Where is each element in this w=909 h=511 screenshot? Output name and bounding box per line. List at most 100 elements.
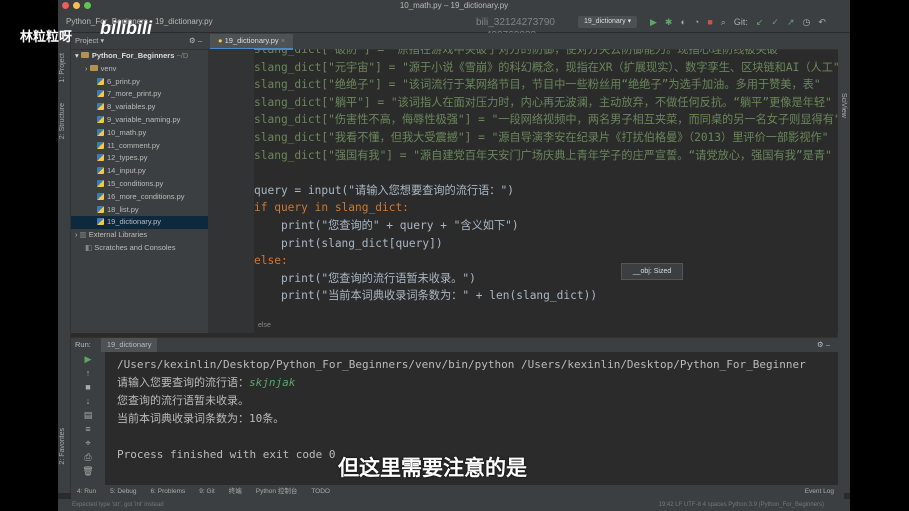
history-icon[interactable]: ◷ bbox=[802, 12, 810, 32]
bottom-tool-tab[interactable]: 4: Run bbox=[77, 485, 96, 499]
profile-icon[interactable]: ◔ bbox=[694, 12, 699, 32]
code-line[interactable]: 19💡 print("当前本词典收录词条数为：" + len(slang_dic… bbox=[254, 287, 597, 305]
scope-breadcrumb[interactable]: else bbox=[258, 322, 271, 329]
layout-icon[interactable]: ▤ bbox=[71, 408, 105, 422]
bottom-tool-bar: 4: Run 5: Debug 6: Problems 9: Git 终端 Python … bbox=[71, 485, 844, 499]
tree-file-item[interactable]: 9_variable_naming.py bbox=[71, 114, 208, 127]
code-text: else: bbox=[254, 254, 288, 268]
down-arrow-icon[interactable]: ↓ bbox=[71, 394, 105, 408]
tree-file-label: 18_list.py bbox=[107, 204, 139, 214]
tree-file-item[interactable]: 14_input.py bbox=[71, 165, 208, 178]
tab-close-icon[interactable]: × bbox=[281, 36, 285, 45]
code-line[interactable]: 10slang_dict["伤害性不高，侮辱性极强"] = "一段网络视频中，两… bbox=[254, 111, 838, 129]
python-file-icon bbox=[97, 115, 104, 123]
code-line[interactable]: slang_dict["破防"] = "原指在游戏中突破了对方的防御，使对方失去… bbox=[254, 49, 785, 59]
print-icon[interactable]: ⎙ bbox=[71, 450, 105, 464]
code-line[interactable]: 14if query in slang_dict: bbox=[254, 199, 409, 217]
code-line[interactable]: 18 print("您查询的流行语暂未收录。") bbox=[254, 270, 476, 288]
editor-tab-bar: ● 19_dictionary.py × bbox=[208, 33, 838, 50]
run-settings-gear-icon[interactable]: ⚙ – bbox=[817, 338, 830, 352]
tree-file-label: 15_conditions.py bbox=[107, 178, 164, 188]
code-text: slang_dict["躺平"] = "该词指人在面对压力时，内心再无波澜，主动… bbox=[254, 95, 832, 109]
search-icon[interactable]: ⌕ bbox=[721, 12, 726, 32]
bottom-tool-tab[interactable]: 终端 bbox=[229, 485, 242, 499]
project-tool-tab[interactable]: 1: Project bbox=[59, 53, 66, 83]
type-hint-tooltip: __obj: Sized bbox=[621, 263, 683, 280]
code-line[interactable]: 16 print(slang_dict[query]) bbox=[254, 235, 443, 253]
rerun-icon[interactable]: ▶ bbox=[71, 352, 105, 366]
git-update-icon[interactable]: ↙ bbox=[756, 12, 764, 32]
soft-wrap-icon[interactable]: ≡ bbox=[71, 422, 105, 436]
up-arrow-icon[interactable]: ↑ bbox=[71, 366, 105, 380]
tree-file-label: 9_variable_naming.py bbox=[107, 114, 181, 124]
scratches-consoles[interactable]: ◧ Scratches and Consoles bbox=[71, 242, 208, 255]
run-label: Run: bbox=[75, 340, 91, 349]
tree-file-item[interactable]: 8_variables.py bbox=[71, 101, 208, 114]
project-root[interactable]: ▾ Python_For_Beginners ~/D bbox=[71, 50, 208, 63]
code-editor[interactable]: slang_dict["破防"] = "原指在游戏中突破了对方的防御，使对方失去… bbox=[254, 49, 838, 333]
library-icon: ▥ bbox=[79, 230, 87, 240]
code-line[interactable]: 14query = input("请输入您想要查询的流行语：") bbox=[254, 182, 514, 200]
bottom-tool-tab[interactable]: 5: Debug bbox=[110, 485, 136, 499]
bottom-tool-tab[interactable]: 6: Problems bbox=[151, 485, 186, 499]
gear-icon[interactable]: ⚙ – bbox=[189, 33, 202, 49]
code-line[interactable]: 12slang_dict["强国有我"] = "源自建党百年天安门广场庆典上青年… bbox=[254, 147, 832, 165]
tree-file-item[interactable]: 10_math.py bbox=[71, 127, 208, 140]
debug-icon[interactable]: ✱ bbox=[665, 12, 673, 32]
minimize-window-button[interactable] bbox=[73, 2, 80, 9]
tree-file-label: 11_comment.py bbox=[107, 140, 160, 150]
pin-icon[interactable]: ⌖ bbox=[71, 436, 105, 450]
code-line[interactable]: 7slang_dict["元宇宙"] = "源于小说《雪崩》的科幻概念，现指在X… bbox=[254, 59, 838, 77]
close-window-button[interactable] bbox=[62, 2, 69, 9]
tree-file-item[interactable]: 6_print.py bbox=[71, 76, 208, 89]
tree-file-item[interactable]: 19_dictionary.py bbox=[71, 216, 208, 230]
code-text: slang_dict["我看不懂，但我大受震撼"] = "源自导演李安在纪录片《… bbox=[254, 131, 829, 144]
code-line[interactable]: 15 print("您查询的" + query + "含义如下") bbox=[254, 217, 519, 235]
sciview-tool-tab[interactable]: SciView bbox=[840, 93, 847, 118]
code-text: print("您查询的流行语暂未收录。") bbox=[254, 271, 476, 285]
tree-file-item[interactable]: 12_types.py bbox=[71, 152, 208, 165]
code-line[interactable]: 9slang_dict["躺平"] = "该词指人在面对压力时，内心再无波澜，主… bbox=[254, 94, 832, 112]
code-line[interactable]: 8slang_dict["绝绝子"] = "该词流行于某网络节目，节目中一些粉丝… bbox=[254, 76, 821, 94]
code-text: query = input("请输入您想要查询的流行语：") bbox=[254, 183, 514, 197]
favorites-tool-tab[interactable]: 2: Favorites bbox=[59, 428, 66, 465]
run-icon[interactable]: ▶ bbox=[650, 12, 657, 32]
code-line[interactable]: 17else: bbox=[254, 252, 288, 270]
left-tool-strip: 1: Project 2: Structure 2: Favorites bbox=[58, 33, 71, 493]
structure-tool-tab[interactable]: 2: Structure bbox=[59, 103, 66, 139]
run-config-dropdown[interactable]: 19_dictionary ▾ bbox=[578, 16, 638, 28]
python-file-icon bbox=[97, 103, 104, 111]
git-push-icon[interactable]: ↗ bbox=[787, 12, 795, 32]
tree-file-item[interactable]: 16_more_conditions.py bbox=[71, 191, 208, 204]
rollback-icon[interactable]: ↶ bbox=[818, 12, 826, 32]
code-text: print("当前本词典收录词条数为：" + len(slang_dict)) bbox=[254, 289, 598, 303]
bottom-tool-tab[interactable]: TODO bbox=[311, 485, 330, 499]
console-exit-line: Process finished with exit code 0 bbox=[117, 448, 336, 461]
code-text: print(slang_dict[query]) bbox=[254, 236, 443, 250]
code-text: print("您查询的" + query + "含义如下") bbox=[254, 219, 519, 232]
event-log-tab[interactable]: Event Log bbox=[805, 485, 834, 499]
bottom-tool-tab[interactable]: Python 控制台 bbox=[256, 485, 298, 499]
zoom-window-button[interactable] bbox=[84, 2, 91, 9]
stop-icon[interactable]: ■ bbox=[707, 12, 712, 32]
run-tab[interactable]: 19_dictionary bbox=[100, 338, 158, 352]
external-libraries[interactable]: › ▥ External Libraries bbox=[71, 229, 208, 242]
bottom-tool-tab[interactable]: 9: Git bbox=[199, 485, 215, 499]
editor-tab[interactable]: ● 19_dictionary.py × bbox=[210, 34, 294, 50]
tree-file-label: 10_math.py bbox=[107, 127, 147, 137]
bilibili-logo: bilibili bbox=[100, 18, 152, 38]
tree-file-item[interactable]: 18_list.py bbox=[71, 204, 208, 217]
tree-file-item[interactable]: 7_more_print.py bbox=[71, 88, 208, 101]
watermark-line1: bili_32124273790 bbox=[476, 17, 555, 28]
tree-folder-venv[interactable]: › venv bbox=[71, 63, 208, 76]
tree-file-item[interactable]: 11_comment.py bbox=[71, 140, 208, 153]
tree-file-item[interactable]: 15_conditions.py bbox=[71, 178, 208, 191]
trash-icon[interactable]: 🗑 bbox=[71, 464, 105, 478]
git-label: Git: bbox=[733, 17, 748, 27]
channel-name-overlay: 林粒粒呀 bbox=[20, 29, 73, 44]
stop-run-icon[interactable]: ■ bbox=[71, 380, 105, 394]
code-line[interactable]: 11slang_dict["我看不懂，但我大受震撼"] = "源自导演李安在纪录… bbox=[254, 129, 828, 147]
code-text: slang_dict["强国有我"] = "源自建党百年天安门广场庆典上青年学子… bbox=[254, 148, 832, 162]
coverage-icon[interactable]: ◐ bbox=[680, 12, 685, 32]
git-commit-icon[interactable]: ✓ bbox=[771, 12, 779, 32]
